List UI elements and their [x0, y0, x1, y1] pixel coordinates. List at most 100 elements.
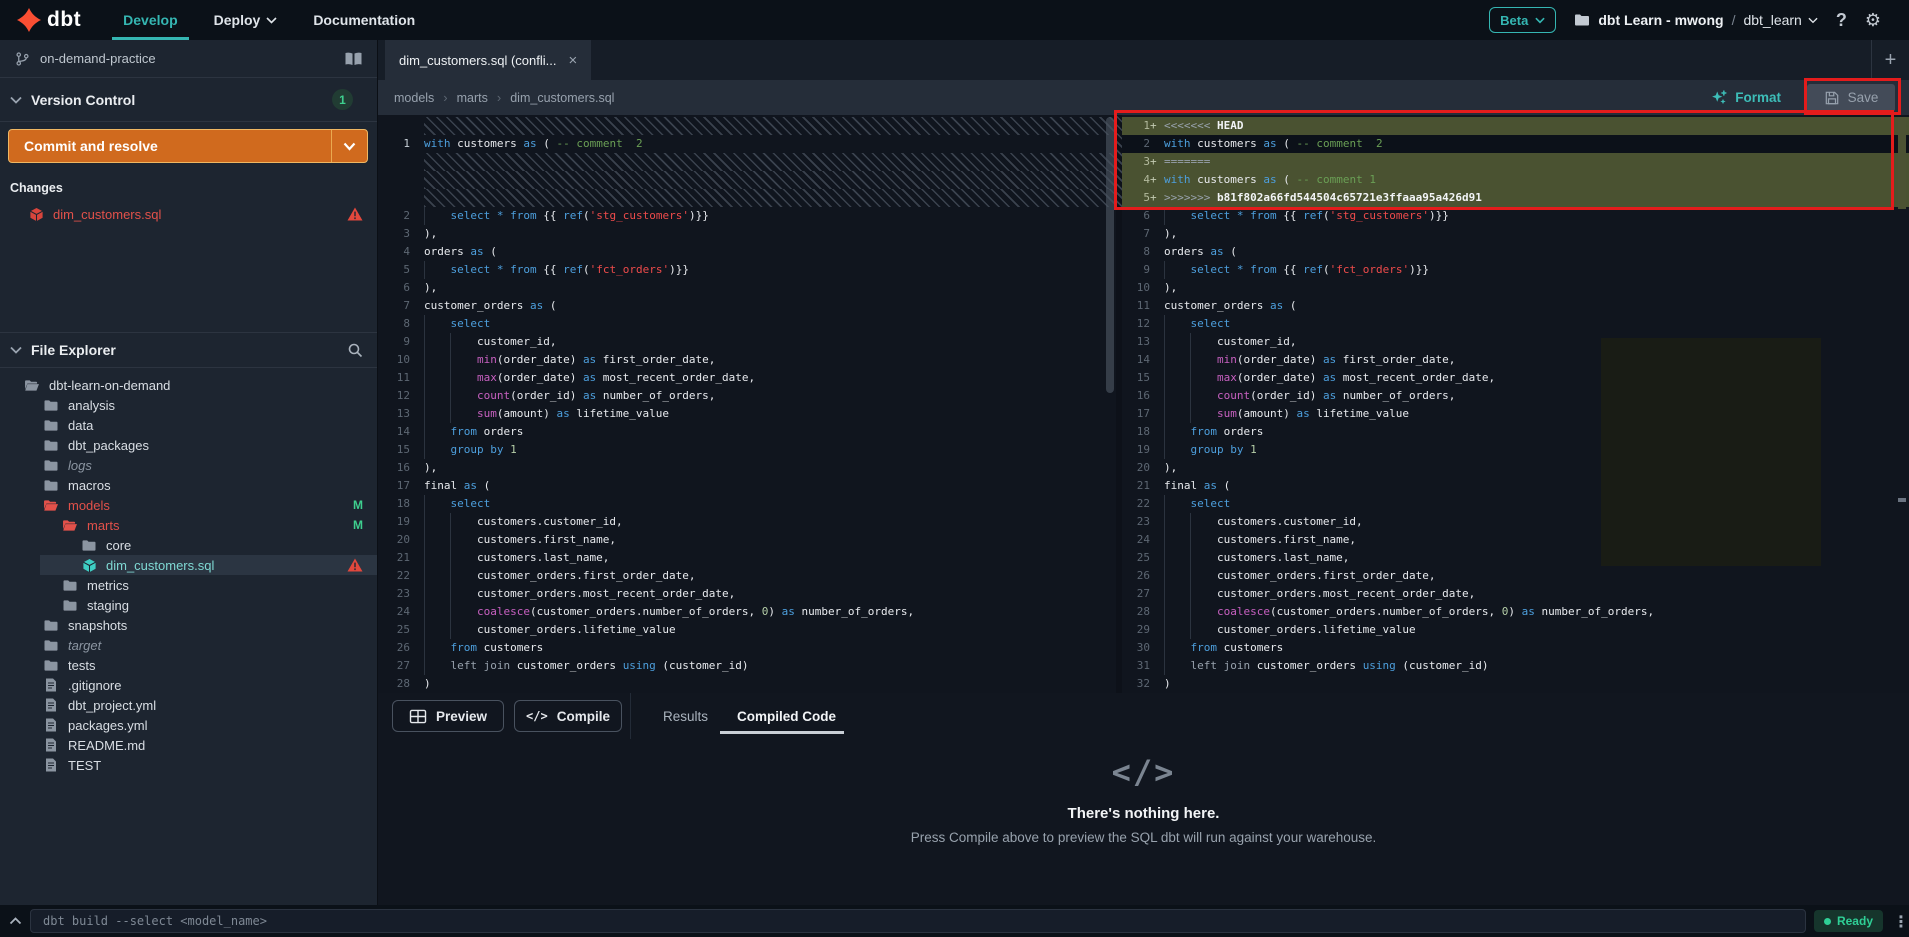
diff-filler-row — [378, 189, 1116, 207]
diff-add-sign — [1150, 549, 1160, 567]
tree-item-label: packages.yml — [68, 718, 363, 733]
repo-name: dbt_learn — [1743, 12, 1801, 28]
tree-item-data[interactable]: data — [0, 415, 377, 435]
kebab-menu-icon[interactable]: ⋮ — [1893, 912, 1909, 931]
nav-deploy-label: Deploy — [214, 12, 261, 28]
line-number: 6 — [1122, 207, 1150, 225]
tree-item-marts[interactable]: martsM — [0, 515, 377, 535]
overview-ruler-diff-mark — [1898, 117, 1906, 209]
tree-item-models[interactable]: modelsM — [0, 495, 377, 515]
tree-item-readme-md[interactable]: README.md — [0, 735, 377, 755]
line-number: 27 — [378, 657, 420, 675]
code-line-9: 9 select * from {{ ref('fct_orders')}} — [1122, 261, 1909, 279]
code-line-26: 26 from customers — [378, 639, 1116, 657]
commit-button-label[interactable]: Commit and resolve — [9, 130, 331, 162]
project-selector[interactable]: dbt Learn - mwong / dbt_learn — [1574, 12, 1818, 28]
git-branch-selector[interactable]: on-demand-practice — [0, 40, 377, 78]
tree-item-dbt-project-yml[interactable]: dbt_project.yml — [0, 695, 377, 715]
version-control-header[interactable]: Version Control 1 — [0, 78, 377, 122]
search-icon[interactable] — [347, 342, 363, 358]
line-number: 21 — [1122, 477, 1150, 495]
repo-selector[interactable]: dbt_learn — [1743, 12, 1817, 28]
file-tree: dbt-learn-on-demandanalysisdata dbt_packa… — [0, 370, 377, 775]
tree-item--gitignore[interactable]: .gitignore — [0, 675, 377, 695]
expand-panel-chevron[interactable] — [0, 917, 30, 925]
tree-item-analysis[interactable]: analysis — [0, 395, 377, 415]
folder-icon — [43, 657, 59, 673]
code-line-25: 25 customer_orders.lifetime_value — [378, 621, 1116, 639]
diff-add-sign — [1150, 621, 1160, 639]
nav-item-develop[interactable]: Develop — [112, 0, 188, 40]
breadcrumb-models[interactable]: models — [394, 91, 434, 105]
nav-item-deploy[interactable]: Deploy — [203, 0, 289, 40]
editor-pane-working[interactable]: 1with customers as ( -- comment 22 selec… — [378, 115, 1116, 693]
tree-item-snapshots[interactable]: snapshots — [0, 615, 377, 635]
save-button[interactable]: Save — [1807, 84, 1895, 112]
tree-item-staging[interactable]: staging — [0, 595, 377, 615]
line-number: 6 — [378, 279, 420, 297]
line-number: 15 — [378, 441, 420, 459]
tree-item-packages-yml[interactable]: packages.yml — [0, 715, 377, 735]
line-number: 26 — [1122, 567, 1150, 585]
tree-item-core[interactable]: core — [0, 535, 377, 555]
breadcrumb-marts[interactable]: marts — [457, 91, 488, 105]
line-number: 19 — [378, 513, 420, 531]
line-number: 21 — [378, 549, 420, 567]
commit-dropdown-toggle[interactable] — [331, 130, 367, 162]
tab-compiled-code[interactable]: Compiled Code — [737, 701, 836, 731]
tree-item-test[interactable]: TEST — [0, 755, 377, 775]
chevron-down-icon — [1535, 12, 1545, 28]
settings-gear-icon[interactable]: ⚙ — [1865, 10, 1881, 31]
navbar-right: Beta dbt Learn - mwong / dbt_learn ? ⚙ — [1489, 0, 1909, 40]
tree-item-tests[interactable]: tests — [0, 655, 377, 675]
diff-hatch-band — [424, 117, 1116, 135]
tree-item-target[interactable]: target — [0, 635, 377, 655]
line-number: 5 — [1122, 189, 1150, 207]
new-tab-button[interactable]: + — [1871, 40, 1909, 80]
line-number: 23 — [1122, 513, 1150, 531]
commit-and-resolve-button[interactable]: Commit and resolve — [8, 129, 368, 163]
line-number: 20 — [378, 531, 420, 549]
preview-label: Preview — [436, 709, 487, 724]
tree-item-logs[interactable]: logs — [0, 455, 377, 475]
version-control-badge: 1 — [332, 89, 353, 110]
diff-add-sign — [1150, 567, 1160, 585]
tab-results[interactable]: Results — [663, 701, 708, 731]
nav-item-documentation[interactable]: Documentation — [302, 0, 426, 40]
line-number: 15 — [1122, 369, 1150, 387]
left-scrollbar-thumb[interactable] — [1106, 117, 1114, 393]
line-number: 9 — [1122, 261, 1150, 279]
tab-dim-customers[interactable]: dim_customers.sql (confli... × — [385, 40, 591, 80]
compile-button[interactable]: </> Compile — [514, 700, 622, 732]
close-icon[interactable]: × — [569, 52, 578, 69]
sidebar: on-demand-practice Version Control 1 Com… — [0, 40, 378, 905]
code-line-11: 11customer_orders as ( — [1122, 297, 1909, 315]
changed-file-row[interactable]: dim_customers.sql — [0, 203, 377, 225]
tree-item-dbt-packages[interactable]: dbt_packages — [0, 435, 377, 455]
tree-item-label: dbt_packages — [68, 438, 363, 453]
tree-item-label: README.md — [68, 738, 363, 753]
code-line-23: 23 customer_orders.most_recent_order_dat… — [378, 585, 1116, 603]
tree-item-dbt-learn-on-demand[interactable]: dbt-learn-on-demand — [0, 375, 377, 395]
line-number: 17 — [378, 477, 420, 495]
tree-item-label: target — [68, 638, 363, 653]
tree-item-metrics[interactable]: metrics — [0, 575, 377, 595]
file-explorer-header[interactable]: File Explorer — [0, 332, 377, 368]
chevron-down-icon — [266, 12, 277, 28]
preview-button[interactable]: Preview — [392, 700, 504, 732]
code-line-28: 28) — [378, 675, 1116, 693]
active-tab-underline — [720, 731, 844, 734]
tree-item-dim-customers-sql[interactable]: dim_customers.sql — [0, 555, 377, 575]
beta-dropdown[interactable]: Beta — [1489, 7, 1556, 33]
format-button[interactable]: Format — [1711, 90, 1781, 106]
dbt-logo[interactable]: dbt — [0, 0, 81, 40]
diff-hatch-band — [424, 153, 1116, 171]
dbt-command-input[interactable] — [30, 909, 1806, 933]
chevron-right-icon: › — [443, 90, 447, 105]
code-line-15: 15 group by 1 — [378, 441, 1116, 459]
line-number: 10 — [1122, 279, 1150, 297]
help-icon[interactable]: ? — [1836, 10, 1847, 31]
docs-book-icon[interactable] — [344, 51, 363, 67]
tree-item-macros[interactable]: macros — [0, 475, 377, 495]
breadcrumb-file[interactable]: dim_customers.sql — [510, 91, 614, 105]
